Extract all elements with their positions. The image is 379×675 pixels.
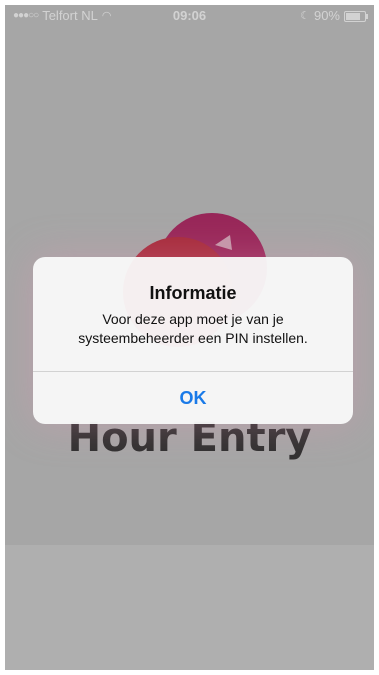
alert-title: Informatie xyxy=(149,283,237,303)
alert-message: Voor deze app moet je van je systeembehe… xyxy=(78,311,308,346)
alert-dialog: Informatie Voor deze app moet je van je … xyxy=(33,257,353,424)
ok-button[interactable]: OK xyxy=(33,372,353,424)
app-screen: ●●●○○ Telfort NL ◠ 09:06 ☾ 90% Hour Entr… xyxy=(5,5,374,670)
alert-body: Informatie Voor deze app moet je van je … xyxy=(33,257,353,371)
